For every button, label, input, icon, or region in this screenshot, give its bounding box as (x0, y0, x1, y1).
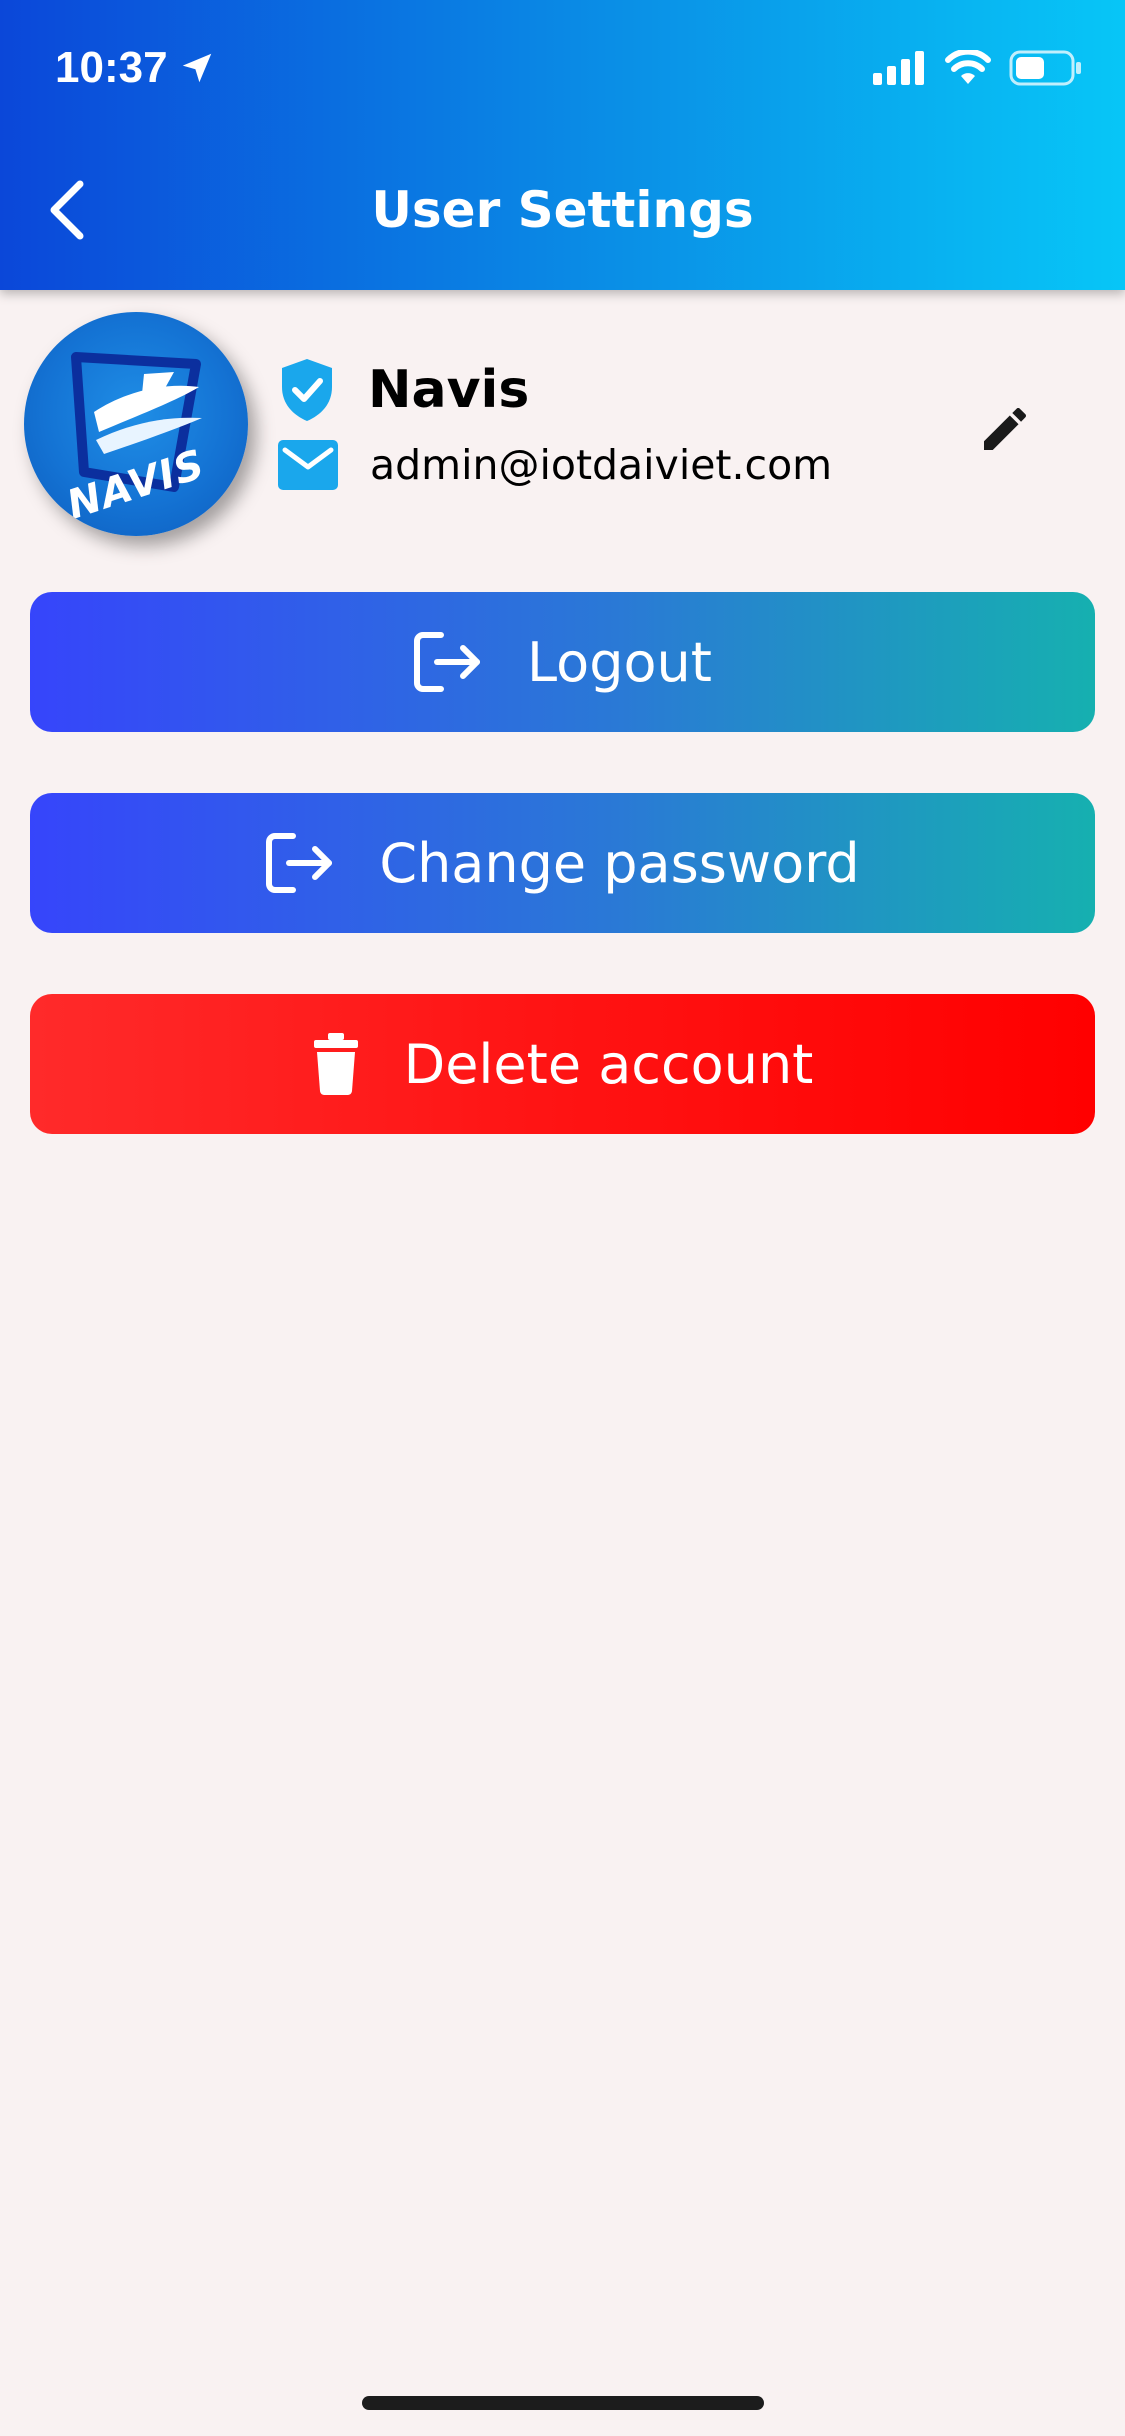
signal-icon (873, 51, 924, 85)
edit-profile-button[interactable] (966, 390, 1044, 468)
page-title: User Settings (371, 181, 754, 239)
delete-account-button[interactable]: Delete account (30, 994, 1095, 1134)
pencil-icon (984, 408, 1026, 450)
battery-icon (1009, 50, 1081, 86)
logout-icon (414, 632, 481, 692)
mail-icon (278, 440, 338, 490)
email-row: admin@iotdaiviet.com (278, 430, 832, 500)
logout-label: Logout (527, 630, 712, 694)
home-indicator[interactable] (362, 2396, 764, 2410)
verified-shield-icon (282, 359, 332, 421)
change-password-label: Change password (379, 831, 860, 895)
status-icons (873, 50, 1083, 86)
wifi-icon (945, 50, 991, 84)
logout-button[interactable]: Logout (30, 592, 1095, 732)
profile-section: NAVIS Navis admin@iotdaiviet.com (0, 300, 1125, 560)
location-arrow-icon (182, 53, 211, 83)
status-time-text: 10:37 (55, 43, 168, 92)
trash-icon (313, 1033, 358, 1095)
change-password-button[interactable]: Change password (30, 793, 1095, 933)
user-email: admin@iotdaiviet.com (370, 441, 833, 489)
delete-account-label: Delete account (403, 1032, 814, 1096)
logout-icon (266, 833, 333, 893)
app-header: 10:37 User Settings (0, 0, 1125, 290)
user-name: Navis (368, 360, 530, 420)
name-row: Navis (278, 355, 529, 425)
status-time: 10:37 (55, 38, 216, 98)
avatar: NAVIS (24, 312, 248, 536)
